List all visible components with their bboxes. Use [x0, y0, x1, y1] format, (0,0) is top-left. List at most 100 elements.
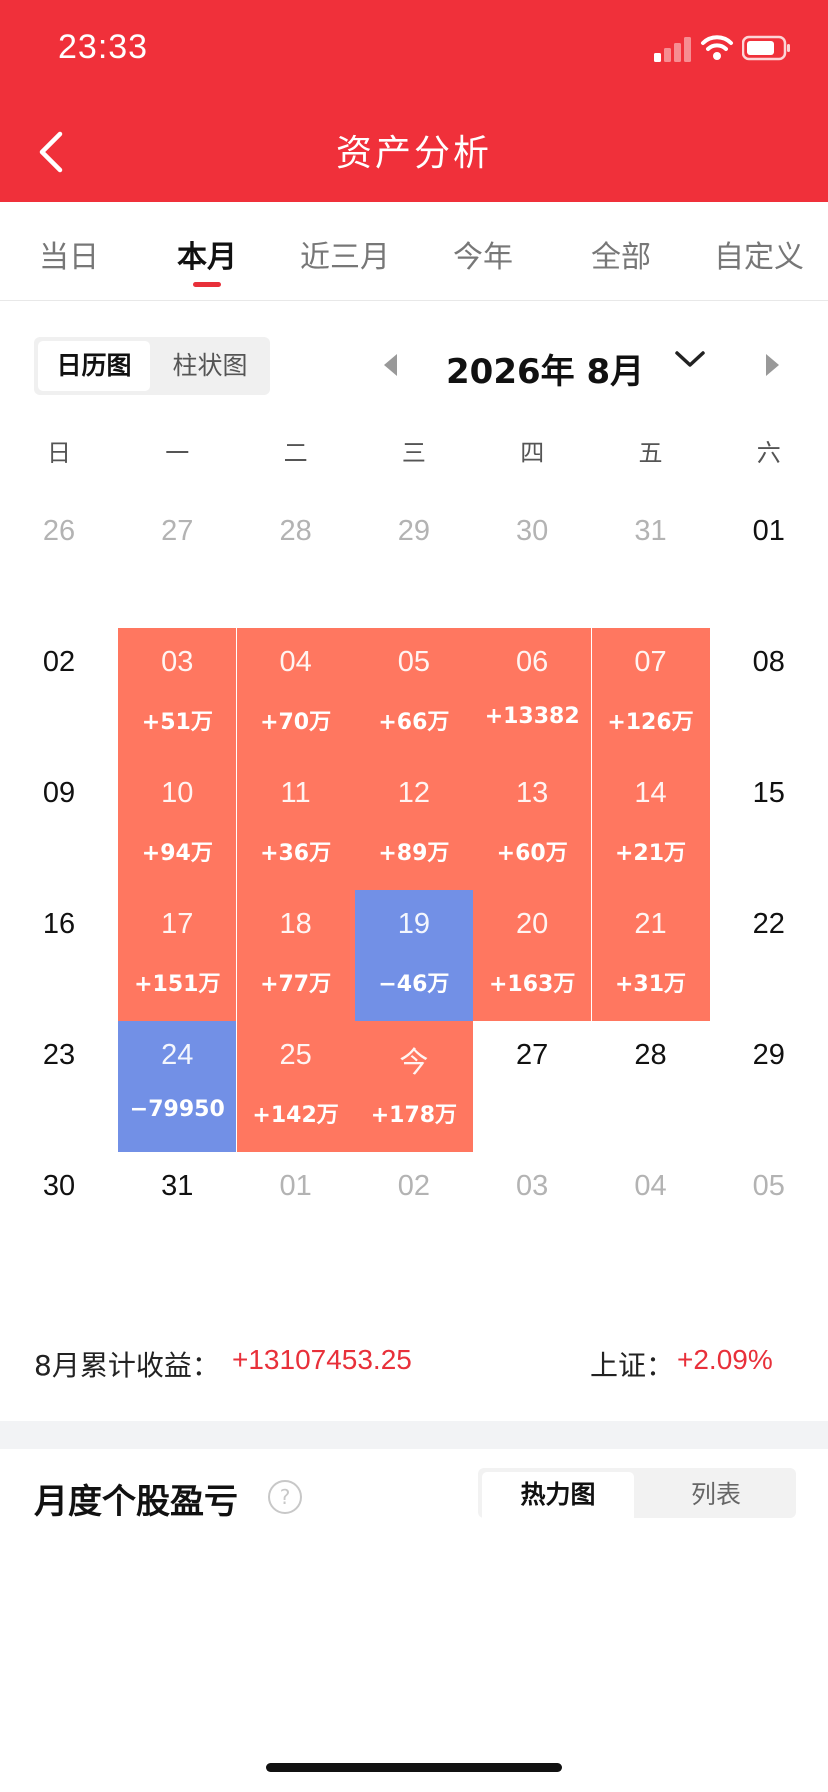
calendar-day[interactable]: 04 +70万	[236, 628, 355, 759]
calendar-day[interactable]: 30	[473, 497, 591, 628]
calendar-day[interactable]: 09	[0, 759, 118, 890]
next-month-icon[interactable]	[766, 354, 779, 376]
calendar-day[interactable]: 28	[237, 497, 355, 628]
day-pnl: +178万	[370, 1103, 458, 1128]
calendar-day[interactable]: 05 +66万	[354, 628, 473, 759]
calendar-day[interactable]: 28	[592, 1021, 710, 1152]
tab-this-year[interactable]: 今年	[414, 232, 552, 276]
wifi-icon	[701, 35, 733, 60]
calendar-day[interactable]: 10 +94万	[118, 759, 237, 890]
list-button[interactable]: 列表	[640, 1472, 792, 1518]
day-number: 29	[397, 515, 431, 547]
day-pnl: +142万	[252, 1103, 339, 1128]
calendar-day[interactable]: 07 +126万	[591, 628, 710, 759]
tab-all[interactable]: 全部	[552, 232, 690, 276]
home-indicator	[266, 1763, 562, 1772]
day-pnl: +60万	[496, 841, 568, 866]
prev-month-icon[interactable]	[384, 354, 397, 376]
day-number: 31	[634, 515, 667, 547]
section-title: 月度个股盈亏	[34, 1482, 238, 1522]
calendar-day[interactable]: 27	[473, 1021, 591, 1152]
day-number: 07	[634, 646, 667, 678]
calendar-day[interactable]: 05	[710, 1152, 828, 1283]
day-number: 26	[42, 515, 76, 547]
calendar-day[interactable]: 27	[118, 497, 236, 628]
day-number: 24	[161, 1039, 194, 1071]
calendar-day[interactable]: 今 +178万	[354, 1021, 473, 1152]
day-number: 10	[161, 777, 194, 809]
weekday-label: 二	[283, 439, 308, 467]
weekday-label: 五	[638, 439, 663, 467]
status-time: 23:33	[58, 28, 149, 66]
calendar-day[interactable]: 11 +36万	[236, 759, 355, 890]
day-number: 14	[634, 777, 667, 809]
day-pnl: +151万	[134, 972, 221, 997]
calendar-day[interactable]: 19 −46万	[354, 890, 473, 1021]
index-value: +2.09%	[677, 1344, 773, 1375]
calendar-day[interactable]: 06 +13382	[473, 628, 592, 759]
calendar-day[interactable]: 29	[355, 497, 473, 628]
day-number: 13	[516, 777, 549, 809]
calendar-day[interactable]: 02	[0, 628, 118, 759]
calendar-day[interactable]: 02	[355, 1152, 473, 1283]
weekday-label: 六	[756, 439, 781, 467]
day-number: 03	[516, 1170, 549, 1202]
day-number: 25	[279, 1039, 312, 1071]
day-number: 18	[279, 908, 312, 940]
day-number: 06	[516, 646, 549, 678]
calendar-day[interactable]: 29	[710, 1021, 828, 1152]
tab-this-month[interactable]: 本月	[138, 232, 276, 276]
calendar-day[interactable]: 30	[0, 1152, 118, 1283]
day-number: 04	[634, 1170, 667, 1202]
day-number: 23	[42, 1039, 76, 1071]
calendar-day[interactable]: 03 +51万	[118, 628, 237, 759]
calendar-day[interactable]: 24 −79950	[118, 1021, 237, 1152]
heatmap-button[interactable]: 热力图	[482, 1472, 634, 1518]
calendar-day[interactable]: 04	[592, 1152, 710, 1283]
tab-today[interactable]: 当日	[0, 232, 138, 276]
page-title: 资产分析	[335, 133, 492, 174]
calendar-day[interactable]: 31	[118, 1152, 236, 1283]
calendar-day[interactable]: 01	[710, 497, 828, 628]
calendar-day[interactable]: 23	[0, 1021, 118, 1152]
chevron-down-icon[interactable]	[672, 344, 708, 374]
month-label[interactable]: 2026年 8月	[446, 344, 646, 393]
weekday-label: 三	[401, 439, 426, 467]
day-number: 21	[634, 908, 667, 940]
calendar-view-button[interactable]: 日历图	[38, 341, 150, 391]
period-tabs: 当日 本月 近三月 今年 全部 自定义	[0, 202, 828, 301]
calendar-day[interactable]: 26	[0, 497, 118, 628]
day-number: 08	[752, 646, 785, 678]
calendar-day[interactable]: 14 +21万	[591, 759, 710, 890]
calendar-day[interactable]: 08	[710, 628, 828, 759]
calendar-day[interactable]: 01	[237, 1152, 355, 1283]
calendar-day[interactable]: 22	[710, 890, 828, 1021]
calendar-day[interactable]: 20 +163万	[473, 890, 592, 1021]
calendar-day[interactable]: 25 +142万	[236, 1021, 355, 1152]
calendar-day[interactable]: 17 +151万	[118, 890, 237, 1021]
calendar-day[interactable]: 21 +31万	[591, 890, 710, 1021]
day-pnl: +77万	[260, 972, 332, 997]
calendar-day[interactable]: 03	[473, 1152, 591, 1283]
tab-custom[interactable]: 自定义	[690, 232, 828, 276]
help-icon[interactable]: ?	[268, 1480, 302, 1514]
day-number: 16	[42, 908, 76, 940]
day-pnl: +66万	[378, 710, 450, 735]
bar-view-button[interactable]: 柱状图	[154, 341, 266, 391]
calendar-day[interactable]: 31	[592, 497, 710, 628]
calendar-day[interactable]: 16	[0, 890, 118, 1021]
calendar-day[interactable]: 18 +77万	[236, 890, 355, 1021]
day-number: 27	[516, 1039, 549, 1071]
weekday-label: 日	[47, 439, 71, 467]
day-number: 02	[42, 646, 76, 678]
calendar-day[interactable]: 15	[710, 759, 828, 890]
day-pnl: +89万	[378, 841, 450, 866]
day-number: 09	[42, 777, 76, 809]
tab-last-three-months[interactable]: 近三月	[276, 232, 414, 276]
day-number: 31	[161, 1170, 194, 1202]
day-number: 11	[280, 777, 311, 809]
signal-icon	[654, 37, 691, 62]
calendar-day[interactable]: 13 +60万	[473, 759, 592, 890]
cumulative-return-label: 8月累计收益：	[34, 1349, 220, 1382]
calendar-day[interactable]: 12 +89万	[354, 759, 473, 890]
